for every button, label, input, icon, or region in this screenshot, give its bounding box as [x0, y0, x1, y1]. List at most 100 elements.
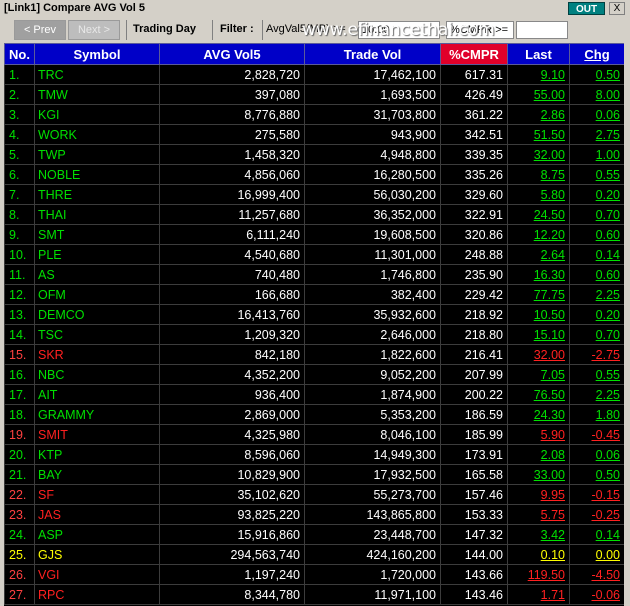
row-symbol[interactable]: AIT — [34, 384, 160, 405]
table-row[interactable]: 6. NOBLE 4,856,060 16,280,500 335.26 8.75 0.55 — [4, 164, 624, 185]
row-last[interactable]: 55.00 — [507, 84, 570, 105]
row-symbol[interactable]: TWP — [34, 144, 160, 165]
trading-day-label[interactable]: Trading Day — [133, 23, 196, 35]
row-last[interactable]: 5.80 — [507, 184, 570, 205]
table-row[interactable]: 19. SMIT 4,325,980 8,046,100 185.99 5.90 -0.45 — [4, 424, 624, 445]
table-row[interactable]: 26. VGI 1,197,240 1,720,000 143.66 119.50 -4.5… — [4, 564, 624, 585]
row-chg[interactable]: 0.60 — [569, 224, 624, 245]
row-symbol[interactable]: SF — [34, 484, 160, 505]
row-last[interactable]: 9.95 — [507, 484, 570, 505]
row-last[interactable]: 33.00 — [507, 464, 570, 485]
row-symbol[interactable]: DEMCO — [34, 304, 160, 325]
row-last[interactable]: 0.10 — [507, 544, 570, 565]
table-row[interactable]: 4. WORK 275,580 943,900 342.51 51.50 2.75 — [4, 124, 624, 145]
table-row[interactable]: 20. KTP 8,596,060 14,949,300 173.91 2.08 0.06 — [4, 444, 624, 465]
row-last[interactable]: 32.00 — [507, 344, 570, 365]
table-row[interactable]: 3. KGI 8,776,880 31,703,800 361.22 2.86 0.06 — [4, 104, 624, 125]
row-chg[interactable]: 0.50 — [569, 464, 624, 485]
row-chg[interactable]: 2.25 — [569, 284, 624, 305]
row-symbol[interactable]: NBC — [34, 364, 160, 385]
row-last[interactable]: 2.86 — [507, 104, 570, 125]
table-row[interactable]: 15. SKR 842,180 1,822,600 216.41 32.00 -2.75 — [4, 344, 624, 365]
row-symbol[interactable]: OFM — [34, 284, 160, 305]
row-symbol[interactable]: WORK — [34, 124, 160, 145]
row-last[interactable]: 24.30 — [507, 404, 570, 425]
row-chg[interactable]: 1.00 — [569, 144, 624, 165]
row-chg[interactable]: 0.70 — [569, 324, 624, 345]
table-row[interactable]: 14. TSC 1,209,320 2,646,000 218.80 15.10 0.70 — [4, 324, 624, 345]
table-row[interactable]: 7. THRE 16,999,400 56,030,200 329.60 5.80 0.20 — [4, 184, 624, 205]
table-row[interactable]: 24. ASP 15,916,860 23,448,700 147.32 3.42 0.14 — [4, 524, 624, 545]
row-last[interactable]: 3.42 — [507, 524, 570, 545]
row-symbol[interactable]: KTP — [34, 444, 160, 465]
row-last[interactable]: 16.30 — [507, 264, 570, 285]
row-last[interactable]: 24.50 — [507, 204, 570, 225]
row-chg[interactable]: 2.25 — [569, 384, 624, 405]
col-header-last[interactable]: Last — [507, 43, 570, 65]
out-button[interactable]: OUT — [568, 2, 605, 15]
row-symbol[interactable]: JAS — [34, 504, 160, 525]
row-last[interactable]: 51.50 — [507, 124, 570, 145]
row-symbol[interactable]: TMW — [34, 84, 160, 105]
table-row[interactable]: 13. DEMCO 16,413,760 35,932,600 218.92 10.50 0… — [4, 304, 624, 325]
col-header-avg-vol5[interactable]: AVG Vol5 — [159, 43, 305, 65]
row-chg[interactable]: 0.20 — [569, 304, 624, 325]
row-symbol[interactable]: VGI — [34, 564, 160, 585]
row-last[interactable]: 2.64 — [507, 244, 570, 265]
row-chg[interactable]: -4.50 — [569, 564, 624, 585]
row-chg[interactable]: 0.70 — [569, 204, 624, 225]
row-symbol[interactable]: THAI — [34, 204, 160, 225]
row-last[interactable]: 12.20 — [507, 224, 570, 245]
row-chg[interactable]: 8.00 — [569, 84, 624, 105]
row-last[interactable]: 15.10 — [507, 324, 570, 345]
table-row[interactable]: 12. OFM 166,680 382,400 229.42 77.75 2.25 — [4, 284, 624, 305]
table-row[interactable]: 5. TWP 1,458,320 4,948,800 339.35 32.00 1.00 — [4, 144, 624, 165]
row-chg[interactable]: -0.45 — [569, 424, 624, 445]
table-row[interactable]: 10. PLE 4,540,680 11,301,000 248.88 2.64 0.14 — [4, 244, 624, 265]
row-chg[interactable]: 0.06 — [569, 444, 624, 465]
row-chg[interactable]: 0.00 — [569, 544, 624, 565]
row-chg[interactable]: 0.06 — [569, 104, 624, 125]
row-chg[interactable]: -0.25 — [569, 504, 624, 525]
col-header-trade-vol[interactable]: Trade Vol — [304, 43, 441, 65]
row-chg[interactable]: 0.55 — [569, 164, 624, 185]
row-last[interactable]: 9.10 — [507, 64, 570, 85]
table-row[interactable]: 25. GJS 294,563,740 424,160,200 144.00 0.10 0.… — [4, 544, 624, 565]
row-chg[interactable]: 1.80 — [569, 404, 624, 425]
row-last[interactable]: 119.50 — [507, 564, 570, 585]
row-symbol[interactable]: TRC — [34, 64, 160, 85]
row-symbol[interactable]: NOBLE — [34, 164, 160, 185]
row-symbol[interactable]: GJS — [34, 544, 160, 565]
row-chg[interactable]: -0.15 — [569, 484, 624, 505]
table-row[interactable]: 2. TMW 397,080 1,693,500 426.49 55.00 8.00 — [4, 84, 624, 105]
row-chg[interactable]: 0.60 — [569, 264, 624, 285]
table-row[interactable]: 18. GRAMMY 2,869,000 5,353,200 186.59 24.30 1.… — [4, 404, 624, 425]
table-row[interactable]: 21. BAY 10,829,900 17,932,500 165.58 33.00 0.5… — [4, 464, 624, 485]
row-chg[interactable]: 0.50 — [569, 64, 624, 85]
row-symbol[interactable]: BAY — [34, 464, 160, 485]
next-button[interactable]: Next > — [68, 20, 120, 40]
close-button[interactable]: X — [609, 2, 625, 15]
row-symbol[interactable]: THRE — [34, 184, 160, 205]
row-last[interactable]: 5.75 — [507, 504, 570, 525]
table-row[interactable]: 17. AIT 936,400 1,874,900 200.22 76.50 2.25 — [4, 384, 624, 405]
col-header-cmpr[interactable]: %CMPR — [440, 43, 508, 65]
row-symbol[interactable]: SMIT — [34, 424, 160, 445]
row-chg[interactable]: -2.75 — [569, 344, 624, 365]
table-row[interactable]: 16. NBC 4,352,200 9,052,200 207.99 7.05 0.55 — [4, 364, 624, 385]
prev-button[interactable]: < Prev — [14, 20, 66, 40]
table-row[interactable]: 11. AS 740,480 1,746,800 235.90 16.30 0.60 — [4, 264, 624, 285]
row-chg[interactable]: 2.75 — [569, 124, 624, 145]
row-last[interactable]: 8.75 — [507, 164, 570, 185]
row-last[interactable]: 5.90 — [507, 424, 570, 445]
row-symbol[interactable]: SKR — [34, 344, 160, 365]
row-symbol[interactable]: KGI — [34, 104, 160, 125]
row-last[interactable]: 7.05 — [507, 364, 570, 385]
row-symbol[interactable]: AS — [34, 264, 160, 285]
table-row[interactable]: 8. THAI 11,257,680 36,352,000 322.91 24.50 0.7… — [4, 204, 624, 225]
row-symbol[interactable]: RPC — [34, 584, 160, 605]
row-last[interactable]: 76.50 — [507, 384, 570, 405]
row-symbol[interactable]: TSC — [34, 324, 160, 345]
row-chg[interactable]: 0.20 — [569, 184, 624, 205]
table-row[interactable]: 27. RPC 8,344,780 11,971,100 143.46 1.71 -0.06 — [4, 584, 624, 605]
